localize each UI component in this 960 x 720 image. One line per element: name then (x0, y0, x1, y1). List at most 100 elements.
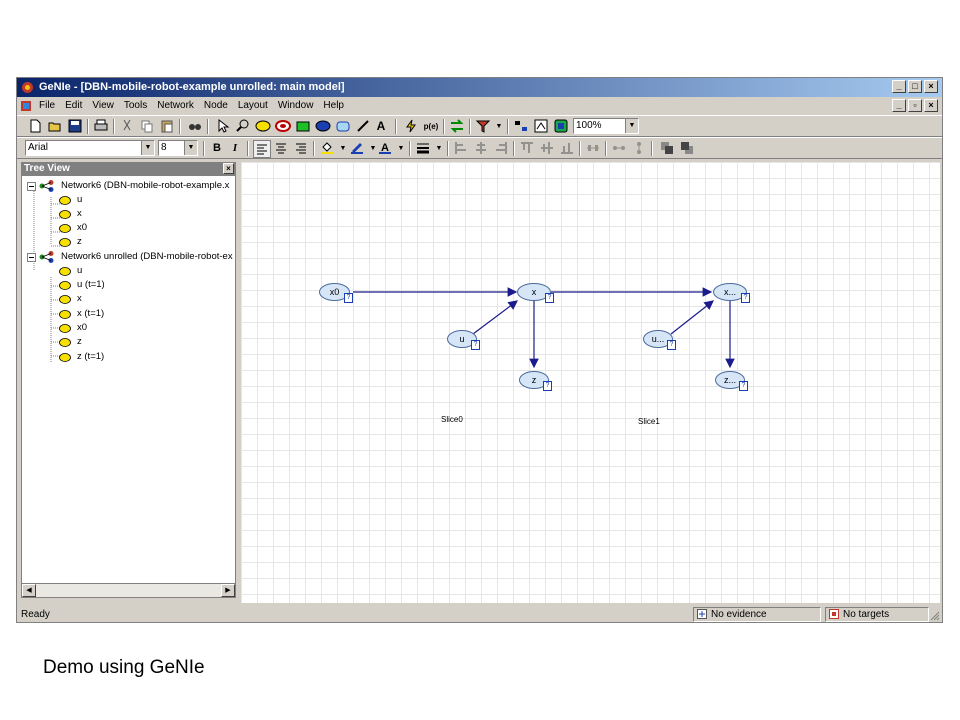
cut-icon[interactable] (119, 118, 135, 134)
arc-tool-icon[interactable] (355, 118, 371, 134)
node-status-icon: ? (471, 340, 480, 350)
tree-node-label: x0 (77, 222, 88, 233)
minimize-button[interactable]: _ (892, 80, 906, 93)
probability-icon[interactable]: p(e) (423, 118, 439, 134)
tree-network1-label: Network6 (DBN-mobile-robot-example.x (61, 180, 230, 191)
doc-minimize-button[interactable]: _ (892, 99, 906, 112)
menu-tools[interactable]: Tools (124, 100, 147, 111)
line-width-icon[interactable] (415, 140, 431, 156)
chance-node-icon[interactable] (255, 118, 271, 134)
space-vertical-icon[interactable] (631, 140, 647, 156)
font-dropdown-icon[interactable]: ▼ (141, 141, 154, 155)
exchange-icon[interactable] (449, 118, 465, 134)
align-right-icon[interactable] (293, 140, 309, 156)
align-nodes-left-icon[interactable] (453, 140, 469, 156)
text-tool-icon[interactable]: A (373, 118, 389, 134)
italic-button[interactable]: I (227, 140, 243, 156)
align-middle-icon[interactable] (539, 140, 555, 156)
submodel-icon[interactable] (335, 118, 351, 134)
bring-to-front-icon[interactable] (659, 140, 675, 156)
menu-edit[interactable]: Edit (65, 100, 82, 111)
collapse-icon[interactable] (27, 182, 36, 191)
font-color-icon[interactable]: A (377, 140, 393, 156)
app-window: GeNIe - [DBN-mobile-robot-example unroll… (16, 77, 943, 623)
decision-node-icon[interactable] (295, 118, 311, 134)
font-size-select[interactable]: 8 ▼ (158, 140, 198, 156)
fill-color-icon[interactable] (319, 140, 335, 156)
menu-help[interactable]: Help (323, 100, 344, 111)
network-icon (39, 251, 54, 263)
tree-view-close-button[interactable]: × (223, 163, 234, 174)
genie-app-icon (22, 82, 33, 93)
utility-node-icon[interactable] (315, 118, 331, 134)
align-nodes-right-icon[interactable] (493, 140, 509, 156)
bold-button[interactable]: B (209, 140, 225, 156)
align-center-icon[interactable] (273, 140, 289, 156)
menu-node[interactable]: Node (204, 100, 228, 111)
zoom-select[interactable]: 100% ▼ (573, 118, 639, 134)
filter-dropdown-icon[interactable]: ▼ (491, 118, 507, 134)
status-bar: Ready No evidence No targets (17, 606, 942, 622)
resize-grip-icon[interactable] (930, 611, 940, 621)
distribute-horizontal-icon[interactable] (585, 140, 601, 156)
chance-node-icon (59, 338, 71, 347)
node-status-icon: ? (545, 293, 554, 303)
menu-layout[interactable]: Layout (238, 100, 268, 111)
view-graph-icon[interactable] (533, 118, 549, 134)
zoom-dropdown-icon[interactable]: ▼ (625, 119, 638, 133)
slice1-label: Slice1 (638, 417, 660, 426)
chance-node-icon (59, 267, 71, 276)
line-width-dropdown-icon[interactable]: ▼ (431, 140, 447, 156)
update-beliefs-icon[interactable] (403, 118, 419, 134)
maximize-button[interactable]: □ (908, 80, 922, 93)
paste-icon[interactable] (159, 118, 175, 134)
save-icon[interactable] (67, 118, 83, 134)
deterministic-node-icon[interactable] (275, 118, 291, 134)
font-color-dropdown-icon[interactable]: ▼ (393, 140, 409, 156)
tree-horizontal-scrollbar[interactable]: ◀ ▶ (21, 583, 236, 598)
chance-node-icon (59, 238, 71, 247)
send-to-back-icon[interactable] (679, 140, 695, 156)
main-toolbar: A p(e) ▼ 100% ▼ (17, 115, 942, 137)
grid-icon[interactable] (553, 118, 569, 134)
evidence-panel[interactable]: No evidence (693, 607, 821, 622)
tree-node-label: u (77, 265, 83, 276)
align-left-icon[interactable] (253, 140, 271, 158)
evidence-status: No evidence (711, 609, 767, 620)
align-bottom-icon[interactable] (559, 140, 575, 156)
menu-file[interactable]: File (39, 100, 55, 111)
font-size-dropdown-icon[interactable]: ▼ (184, 141, 197, 155)
collapse-icon[interactable] (27, 253, 36, 262)
chance-node-icon (59, 196, 71, 205)
print-icon[interactable] (93, 118, 109, 134)
align-nodes-center-icon[interactable] (473, 140, 489, 156)
menu-window[interactable]: Window (278, 100, 314, 111)
slice0-label: Slice0 (441, 415, 463, 424)
scroll-left-icon[interactable]: ◀ (22, 584, 36, 597)
align-top-icon[interactable] (519, 140, 535, 156)
menu-network[interactable]: Network (157, 100, 194, 111)
menu-view[interactable]: View (92, 100, 114, 111)
scroll-right-icon[interactable]: ▶ (221, 584, 235, 597)
graph-canvas[interactable]: x0 ? x ? x... ? u ? u... ? z ? z... ? Sl… (241, 162, 940, 603)
line-color-icon[interactable] (349, 140, 365, 156)
node-status-icon: ? (667, 340, 676, 350)
open-folder-icon[interactable] (47, 118, 63, 134)
font-name-value: Arial (28, 142, 49, 153)
tree-node-label: z (77, 336, 82, 347)
doc-restore-button[interactable]: ▫ (908, 99, 922, 112)
document-icon[interactable] (20, 100, 32, 112)
targets-panel[interactable]: No targets (825, 607, 929, 622)
copy-icon[interactable] (139, 118, 155, 134)
doc-close-button[interactable]: × (924, 99, 938, 112)
filter-icon[interactable] (475, 118, 491, 134)
font-name-select[interactable]: Arial ▼ (25, 140, 155, 156)
layout-arrange-icon[interactable] (513, 118, 529, 134)
find-icon[interactable] (187, 118, 203, 134)
new-file-icon[interactable] (27, 118, 43, 134)
title-bar[interactable]: GeNIe - [DBN-mobile-robot-example unroll… (17, 78, 942, 97)
close-button[interactable]: × (924, 80, 938, 93)
select-pointer-icon[interactable] (215, 118, 231, 134)
space-horizontal-icon[interactable] (611, 140, 627, 156)
zoom-icon[interactable] (235, 118, 251, 134)
